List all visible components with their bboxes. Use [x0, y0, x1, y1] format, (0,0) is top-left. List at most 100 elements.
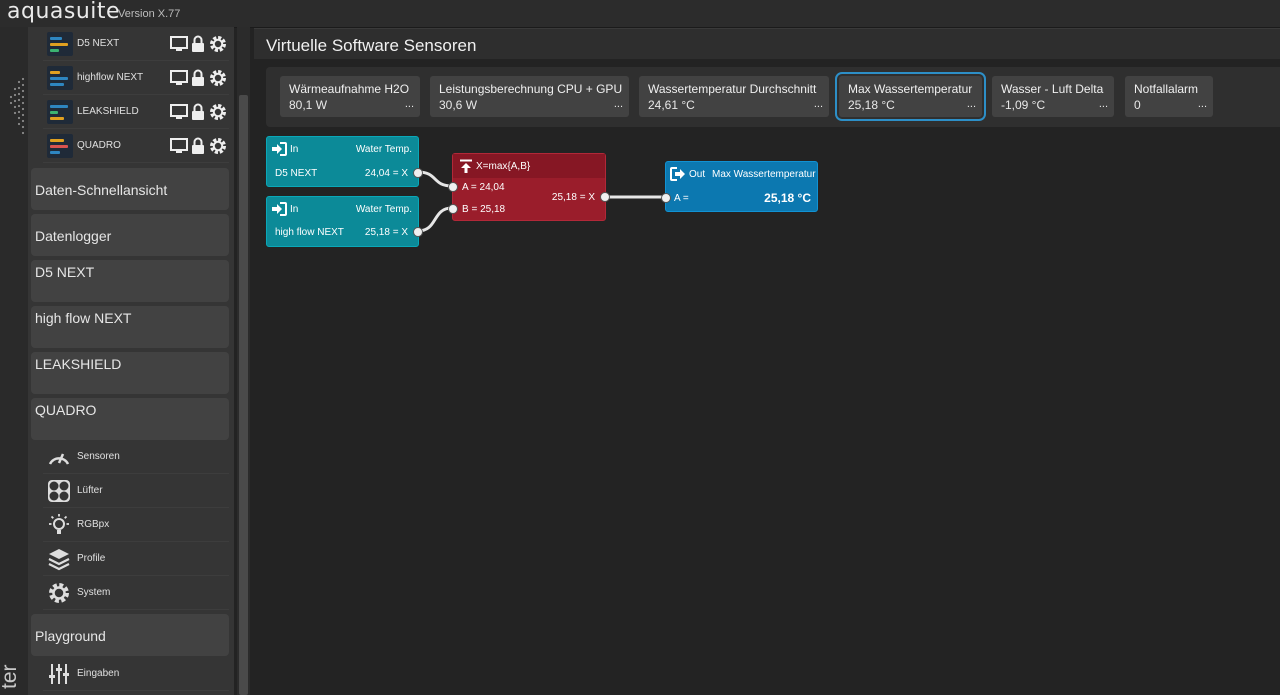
nav-datenlogger[interactable]: Datenlogger	[31, 214, 229, 256]
sensor-card[interactable]: Wasser - Luft Delta -1,09 °C ...	[992, 76, 1114, 117]
device-actions	[170, 137, 226, 154]
device-actions	[170, 103, 226, 120]
node-output-name: Max Wassertemperatur	[712, 169, 816, 180]
sidebar-item-profile[interactable]: Profile	[43, 542, 229, 576]
wire-input2-to-b	[417, 206, 453, 233]
input-port-a[interactable]	[448, 182, 458, 192]
device-row-d5-next[interactable]: D5 NEXT	[43, 27, 229, 61]
node-sensor-type: Water Temp.	[355, 144, 412, 155]
max-function-node[interactable]: X=max{A,B} A = 24,04 B = 25,18 25,18 = X	[448, 153, 610, 221]
sidebar-item-eingaben[interactable]: Eingaben	[43, 657, 229, 691]
monitor-icon[interactable]	[170, 138, 188, 153]
sensor-card-selected[interactable]: Max Wassertemperatur 25,18 °C ...	[835, 72, 986, 121]
sliders-icon	[49, 664, 69, 684]
sensor-card[interactable]: Wassertemperatur Durchschnitt 24,61 °C .…	[639, 76, 829, 117]
device-row-highflow-next[interactable]: highflow NEXT	[43, 61, 229, 95]
input-port-a[interactable]	[661, 193, 671, 203]
lock-icon[interactable]	[192, 103, 204, 120]
device-row-quadro[interactable]: QUADRO	[43, 129, 229, 163]
monitor-icon[interactable]	[170, 70, 188, 85]
sensor-card[interactable]: Leistungsberechnung CPU + GPU 30,6 W ...	[430, 76, 629, 117]
gear-icon[interactable]	[210, 70, 226, 86]
node-output-value: 25,18 °C	[764, 191, 811, 205]
gear-icon	[49, 583, 69, 603]
sensor-more-button[interactable]: ...	[405, 98, 414, 110]
monitor-icon[interactable]	[170, 104, 188, 119]
sensor-title: Wassertemperatur Durchschnitt	[648, 82, 817, 96]
gauge-icon	[48, 453, 70, 465]
sidebar-item-label: Eingaben	[77, 668, 120, 679]
device-name: highflow NEXT	[77, 72, 144, 83]
output-port[interactable]	[600, 192, 610, 202]
layers-icon	[48, 549, 70, 571]
input-node-d5-next[interactable]: In Water Temp. D5 NEXT 24,04 = X	[266, 136, 423, 187]
nav-high-flow-next[interactable]: high flow NEXT	[31, 306, 229, 348]
nav-d5-next[interactable]: D5 NEXT	[31, 260, 229, 302]
input-node-high-flow-next[interactable]: In Water Temp. high flow NEXT 25,18 = X	[266, 196, 423, 247]
monitor-icon[interactable]	[170, 36, 188, 51]
sensor-list: Wärmeaufnahme H2O 80,1 W ... Leistungsbe…	[266, 67, 1280, 127]
lock-icon[interactable]	[192, 69, 204, 86]
sign-in-icon	[272, 202, 287, 216]
gear-icon[interactable]	[210, 36, 226, 52]
app-logo: aquasuite	[7, 0, 121, 24]
nav-label: LEAKSHIELD	[35, 356, 122, 372]
gear-icon[interactable]	[210, 104, 226, 120]
device-row-leakshield[interactable]: LEAKSHIELD	[43, 95, 229, 129]
nav-playground[interactable]: Playground	[31, 614, 229, 656]
node-formula: X=max{A,B}	[476, 161, 531, 172]
sidebar-item-rgbpx[interactable]: RGBpx	[43, 508, 229, 542]
device-name: LEAKSHIELD	[77, 106, 139, 117]
input-port-b[interactable]	[448, 204, 458, 214]
nav-leakshield[interactable]: LEAKSHIELD	[31, 352, 229, 394]
sensor-more-button[interactable]: ...	[814, 98, 823, 110]
sensor-more-button[interactable]: ...	[614, 98, 623, 110]
sensor-card[interactable]: Notfallalarm 0 ...	[1125, 76, 1213, 117]
gear-icon[interactable]	[210, 138, 226, 154]
sensor-more-button[interactable]: ...	[1099, 98, 1108, 110]
device-name: QUADRO	[77, 140, 121, 151]
sidebar-item-label: Lüfter	[77, 485, 103, 496]
scrollbar-thumb[interactable]	[239, 95, 248, 695]
node-device: D5 NEXT	[275, 168, 318, 179]
sidebar-item-label: RGBpx	[77, 519, 110, 530]
node-sensor-type: Water Temp.	[355, 204, 412, 215]
device-name: D5 NEXT	[77, 38, 120, 49]
node-kind: In	[290, 144, 299, 155]
sidebar-scrollbar[interactable]	[237, 27, 250, 695]
sensor-title: Wasser - Luft Delta	[1001, 82, 1104, 96]
sensor-value: -1,09 °C	[1001, 98, 1046, 112]
sidebar-item-label: Sensoren	[77, 451, 120, 462]
sensor-title: Wärmeaufnahme H2O	[289, 82, 410, 96]
sidebar-item-sensoren[interactable]: Sensoren	[43, 440, 229, 474]
side-panel-label: ter	[0, 664, 21, 689]
output-port[interactable]	[413, 227, 423, 237]
nav-quadro[interactable]: QUADRO	[31, 398, 229, 440]
output-node-max-wassertemperatur[interactable]: Out Max Wassertemperatur A = 25,18 °C	[661, 161, 818, 212]
sensor-value: 24,61 °C	[648, 98, 695, 112]
sensor-more-button[interactable]: ...	[1198, 98, 1207, 110]
node-device: high flow NEXT	[275, 227, 344, 238]
sidebar-item-system[interactable]: System	[43, 576, 229, 610]
fan-icon	[48, 480, 70, 502]
page-title: Virtuelle Software Sensoren	[266, 36, 477, 55]
nav-label: high flow NEXT	[35, 310, 132, 326]
wire-input1-to-a	[417, 170, 453, 188]
lock-icon[interactable]	[192, 35, 204, 52]
sensor-value: 0	[1134, 98, 1141, 112]
page-header: Virtuelle Software Sensoren	[254, 28, 1280, 59]
node-value: 25,18 = X	[364, 227, 408, 238]
drag-handle-icon[interactable]	[5, 49, 27, 139]
sidebar-item-luefter[interactable]: Lüfter	[43, 474, 229, 508]
app-version: Version X.77	[118, 8, 181, 20]
output-port[interactable]	[413, 168, 423, 178]
sensor-value: 80,1 W	[289, 98, 328, 112]
nav-label: Daten-Schnellansicht	[35, 182, 168, 198]
nav-daten-schnellansicht[interactable]: Daten-Schnellansicht	[31, 168, 229, 210]
sensor-card[interactable]: Wärmeaufnahme H2O 80,1 W ...	[280, 76, 420, 117]
title-bar: aquasuite Version X.77	[0, 0, 1280, 28]
lock-icon[interactable]	[192, 137, 204, 154]
sensor-more-button[interactable]: ...	[967, 98, 976, 110]
nav-label: QUADRO	[35, 402, 97, 418]
collapsed-panel-strip[interactable]: ter	[0, 27, 28, 695]
